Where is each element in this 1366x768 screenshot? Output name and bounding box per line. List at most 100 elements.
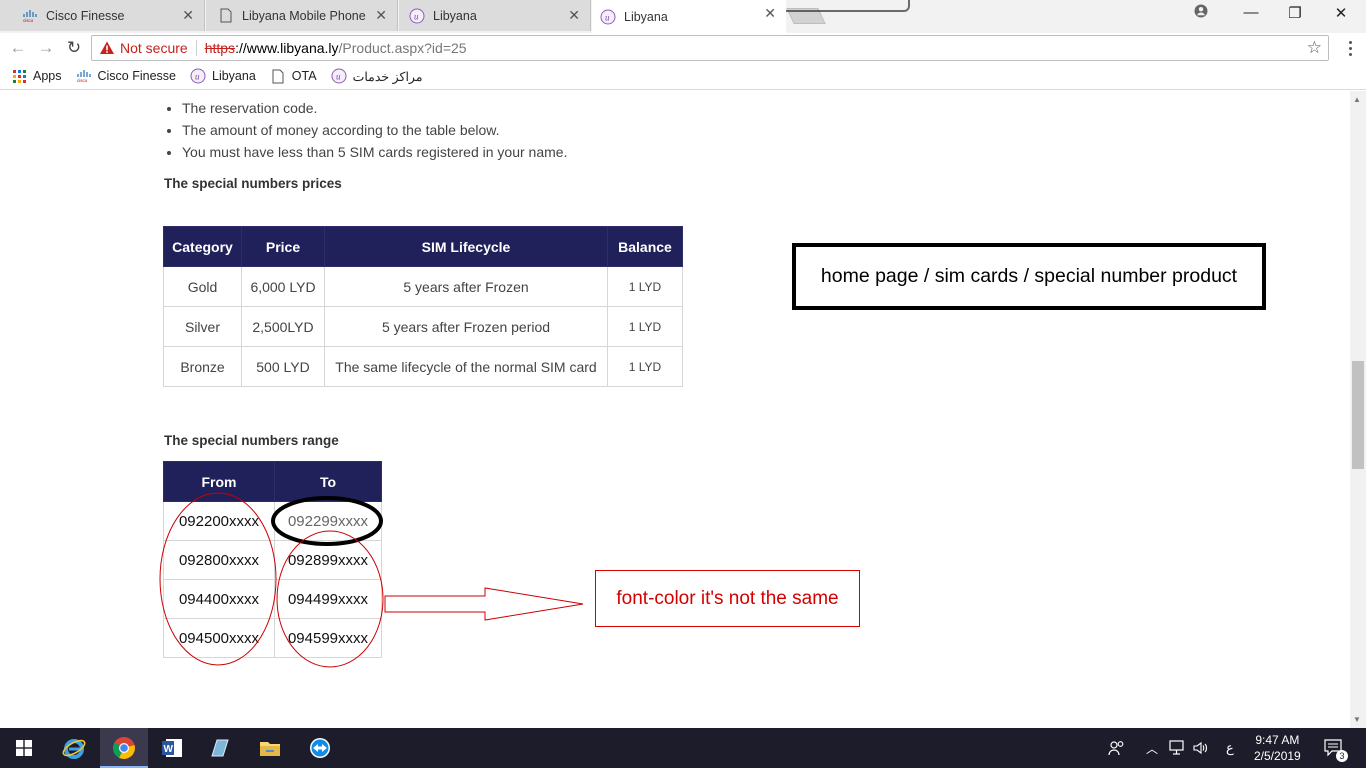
tab-title: Cisco Finesse [46, 8, 125, 23]
tab-title: Libyana [433, 8, 477, 23]
notification-count: 3 [1336, 750, 1348, 762]
notifications-icon[interactable]: 3 [1324, 728, 1348, 768]
volume-icon[interactable] [1192, 728, 1210, 768]
menu-icon[interactable] [1340, 38, 1360, 58]
table-cell: 094400xxxx [163, 579, 275, 619]
svg-text:cisco: cisco [77, 78, 88, 82]
security-label[interactable]: Not secure [120, 40, 188, 56]
table-cell: 5 years after Frozen [324, 266, 608, 307]
column-header: From [163, 461, 275, 502]
table-header-row: Category Price SIM Lifecycle Balance [163, 226, 683, 267]
bookmark-apps[interactable]: Apps [11, 68, 62, 84]
table-row: 094500xxxx 094599xxxx [163, 618, 382, 658]
bookmark-label: Apps [33, 69, 62, 83]
internet-explorer-icon[interactable] [50, 728, 98, 768]
libyana-icon: u [190, 68, 206, 84]
cisco-icon: cisco [22, 8, 38, 24]
svg-text:cisco: cisco [23, 18, 34, 22]
bookmark-label: Cisco Finesse [97, 69, 177, 83]
app-icon[interactable] [196, 728, 244, 768]
chrome-icon[interactable] [100, 728, 148, 768]
table-cell: 1 LYD [607, 346, 683, 387]
table-cell: 500 LYD [241, 346, 325, 387]
close-tab-icon[interactable]: ✕ [375, 8, 387, 22]
column-header: Balance [607, 226, 683, 267]
table-cell: 092200xxxx [163, 501, 275, 541]
apps-grid-icon [11, 68, 27, 84]
close-tab-icon[interactable]: ✕ [182, 8, 194, 22]
prices-heading: The special numbers prices [164, 176, 342, 191]
table-row: Gold 6,000 LYD 5 years after Frozen 1 LY… [163, 266, 683, 307]
forward-icon[interactable]: → [36, 38, 56, 58]
start-button[interactable] [0, 728, 48, 768]
table-row: Bronze 500 LYD The same lifecycle of the… [163, 346, 683, 387]
table-cell: 092899xxxx [274, 540, 382, 580]
chevron-up-icon[interactable]: ︿ [1146, 728, 1158, 768]
scroll-down-icon[interactable]: ▼ [1353, 715, 1361, 724]
table-cell: 5 years after Frozen period [324, 306, 608, 347]
tab-strip: cisco Cisco Finesse ✕ Libyana Mobile Pho… [0, 0, 1366, 33]
minimize-icon[interactable]: — [1239, 4, 1263, 21]
clock[interactable]: 9:47 AM 2/5/2019 [1254, 732, 1301, 764]
tab-cisco-finesse[interactable]: cisco Cisco Finesse ✕ [0, 0, 205, 31]
address-bar[interactable]: Not secure https ://www.libyana.ly /Prod… [91, 35, 1329, 61]
bookmark-label: مراكز خدمات [352, 69, 423, 84]
page-content: The reservation code. The amount of mone… [0, 91, 1350, 728]
svg-text:u: u [195, 72, 200, 82]
tab-libyana-mobile-phone[interactable]: Libyana Mobile Phone ✕ [206, 0, 398, 31]
bookmark-ota[interactable]: OTA [270, 68, 317, 84]
windows-icon [16, 740, 32, 756]
table-cell: 1 LYD [607, 306, 683, 347]
clock-time: 9:47 AM [1255, 733, 1300, 747]
people-icon[interactable] [1108, 728, 1126, 768]
tab-libyana-active[interactable]: u Libyana ✕ [592, 0, 786, 33]
teamviewer-icon[interactable] [296, 728, 344, 768]
range-heading: The special numbers range [164, 433, 339, 448]
network-icon[interactable] [1168, 728, 1186, 768]
reload-icon[interactable]: ↻ [64, 38, 84, 58]
libyana-icon: u [409, 8, 425, 24]
cisco-icon: cisco [76, 68, 92, 84]
bookmark-cisco-finesse[interactable]: cisco Cisco Finesse [76, 68, 177, 84]
table-cell: 2,500LYD [241, 306, 325, 347]
list-item: The reservation code. [182, 97, 567, 119]
scrollbar-thumb[interactable] [1352, 361, 1364, 469]
close-tab-icon[interactable]: ✕ [568, 8, 580, 22]
table-row: 092200xxxx 092299xxxx [163, 501, 382, 541]
vertical-scrollbar[interactable]: ▲ ▼ [1350, 91, 1366, 728]
url-protocol: https [204, 40, 236, 56]
back-icon[interactable]: ← [8, 38, 28, 58]
table-cell: 094499xxxx [274, 579, 382, 619]
font-color-annotation: font-color it's not the same [595, 570, 860, 627]
new-tab-button[interactable] [786, 8, 826, 24]
table-cell: 092800xxxx [163, 540, 275, 580]
document-icon [218, 8, 234, 24]
tab-title: Libyana Mobile Phone [242, 8, 366, 23]
table-cell: The same lifecycle of the normal SIM car… [324, 346, 608, 387]
profile-icon[interactable] [1189, 4, 1213, 22]
bookmark-service-centers[interactable]: u مراكز خدمات [331, 68, 423, 84]
file-explorer-icon[interactable] [246, 728, 294, 768]
svg-text:u: u [336, 72, 341, 82]
language-indicator[interactable]: ع [1226, 728, 1234, 768]
table-cell: Bronze [163, 346, 242, 387]
document-icon [270, 68, 286, 84]
close-tab-icon[interactable]: ✕ [764, 6, 776, 20]
table-row: Silver 2,500LYD 5 years after Frozen per… [163, 306, 683, 347]
restore-icon[interactable]: ❐ [1283, 4, 1307, 22]
arrow-icon [384, 587, 584, 621]
tab-libyana-1[interactable]: u Libyana ✕ [399, 0, 591, 31]
table-cell: 092299xxxx [274, 501, 382, 541]
bookmark-libyana[interactable]: u Libyana [190, 68, 256, 84]
range-table: From To 092200xxxx 092299xxxx 092800xxxx… [163, 461, 382, 658]
bookmark-star-icon[interactable]: ☆ [1307, 38, 1322, 58]
table-cell: 1 LYD [607, 266, 683, 307]
column-header: To [274, 461, 382, 502]
table-cell: Gold [163, 266, 242, 307]
word-icon[interactable]: W [148, 728, 196, 768]
close-window-icon[interactable]: ✕ [1329, 4, 1353, 22]
column-header: SIM Lifecycle [324, 226, 608, 267]
requirements-list: The reservation code. The amount of mone… [182, 97, 567, 163]
scroll-up-icon[interactable]: ▲ [1353, 95, 1361, 104]
warning-icon[interactable] [99, 40, 115, 56]
